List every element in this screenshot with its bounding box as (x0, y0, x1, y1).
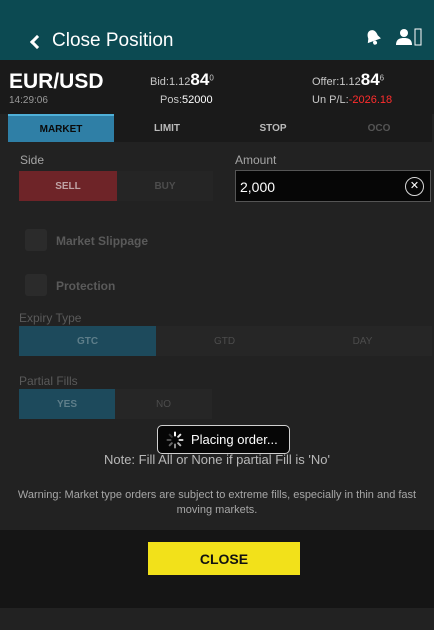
protection-label: Protection (56, 279, 116, 293)
expiry-gtd-button[interactable]: GTD (156, 326, 293, 356)
unrealized-pl: Un P/L:-2026.18 (312, 94, 393, 106)
fill-note: Note: Fill All or None if partial Fill i… (103, 452, 331, 467)
order-type-tabs: MARKET LIMIT STOP OCO (8, 114, 432, 142)
sell-button[interactable]: SELL (19, 171, 117, 201)
quote-time: 14:29:06 (9, 95, 48, 106)
expiry-gtc-button[interactable]: GTC (19, 326, 156, 356)
buy-button[interactable]: BUY (117, 171, 213, 201)
partial-fills-label: Partial Fills (19, 374, 78, 388)
close-position-button[interactable]: CLOSE (148, 542, 300, 575)
quote-panel: EUR/USD 14:29:06 Bid:1.12840 Pos:52000 O… (0, 60, 434, 114)
placing-order-toast: Placing order... (157, 425, 290, 454)
tab-market[interactable]: MARKET (8, 114, 114, 142)
tab-stop[interactable]: STOP (220, 114, 326, 142)
tab-limit[interactable]: LIMIT (114, 114, 220, 142)
partial-fills-no-button[interactable]: NO (115, 389, 212, 419)
back-chevron-icon (29, 34, 45, 49)
footer-bar: CLOSE (0, 530, 434, 608)
amount-value: 2,000 (240, 179, 276, 195)
side-label: Side (20, 153, 45, 167)
market-slippage-label: Market Slippage (56, 234, 149, 248)
bid-price: Bid:1.12840 (150, 70, 214, 89)
amount-input[interactable]: 2,000 ✕ (235, 170, 431, 202)
notification-icon[interactable] (364, 28, 382, 46)
partial-fills-selector: YES NO (19, 389, 212, 419)
currency-pair: EUR/USD (9, 70, 104, 93)
side-selector: SELL BUY (19, 171, 213, 201)
user-icon[interactable] (396, 28, 422, 46)
expiry-selector: GTC GTD DAY (19, 326, 432, 356)
expiry-type-label: Expiry Type (19, 311, 82, 325)
clear-icon[interactable]: ✕ (405, 177, 424, 196)
partial-fills-yes-button[interactable]: YES (19, 389, 115, 419)
tab-oco[interactable]: OCO (326, 114, 432, 142)
back-button[interactable]: Close Position (29, 30, 174, 52)
header-bar: Close Position (0, 0, 434, 60)
offer-price: Offer:1.12846 (312, 70, 385, 89)
toast-text: Placing order... (191, 432, 278, 447)
expiry-day-button[interactable]: DAY (293, 326, 432, 356)
page-title: Close Position (52, 30, 174, 51)
market-warning: Warning: Market type orders are subject … (17, 489, 417, 516)
amount-label: Amount (235, 153, 277, 167)
position-size: Pos:52000 (160, 94, 213, 106)
protection-checkbox[interactable] (25, 274, 47, 296)
market-slippage-checkbox[interactable] (25, 229, 47, 251)
spinner-icon (166, 431, 184, 448)
